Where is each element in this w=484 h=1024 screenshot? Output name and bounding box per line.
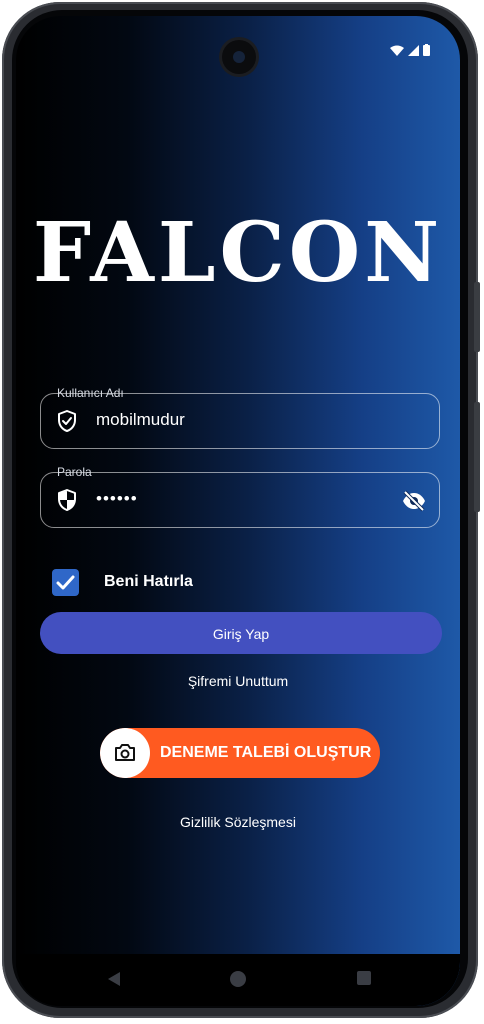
username-label: Kullanıcı Adı xyxy=(57,386,124,400)
signal-icon xyxy=(408,44,419,56)
demo-request-button[interactable]: DENEME TALEBİ OLUŞTUR xyxy=(100,728,380,778)
eye-off-icon[interactable] xyxy=(401,489,427,513)
password-value: •••••• xyxy=(96,489,138,508)
recents-icon[interactable] xyxy=(356,970,372,986)
side-button-volume xyxy=(474,402,480,512)
battery-icon xyxy=(423,44,430,56)
login-button[interactable]: Giriş Yap xyxy=(40,612,442,654)
shield-check-icon xyxy=(58,410,76,432)
remember-checkbox[interactable] xyxy=(52,569,79,596)
wifi-icon xyxy=(390,45,404,56)
home-icon[interactable] xyxy=(229,970,247,988)
shield-icon xyxy=(58,489,76,511)
back-icon[interactable] xyxy=(106,970,122,988)
username-field[interactable]: Kullanıcı Adı mobilmudur xyxy=(40,386,440,449)
checkmark-icon xyxy=(56,575,75,590)
username-value: mobilmudur xyxy=(96,410,185,429)
screen: FALCON Kullanıcı Adı mobilmudur Parola •… xyxy=(16,16,460,1006)
status-bar xyxy=(390,44,430,56)
privacy-link[interactable]: Gizlilik Sözleşmesi xyxy=(16,814,460,830)
password-field[interactable]: Parola •••••• xyxy=(40,465,440,528)
camera-icon xyxy=(115,744,135,761)
side-button-power xyxy=(474,282,480,352)
system-navigation-bar xyxy=(16,954,460,1006)
forgot-password-link[interactable]: Şifremi Unuttum xyxy=(16,673,460,689)
camera-circle xyxy=(100,728,150,778)
app-logo: FALCON xyxy=(32,205,444,301)
front-camera xyxy=(222,40,256,74)
remember-label[interactable]: Beni Hatırla xyxy=(104,573,193,591)
password-label: Parola xyxy=(57,465,92,479)
demo-request-label: DENEME TALEBİ OLUŞTUR xyxy=(160,744,372,761)
